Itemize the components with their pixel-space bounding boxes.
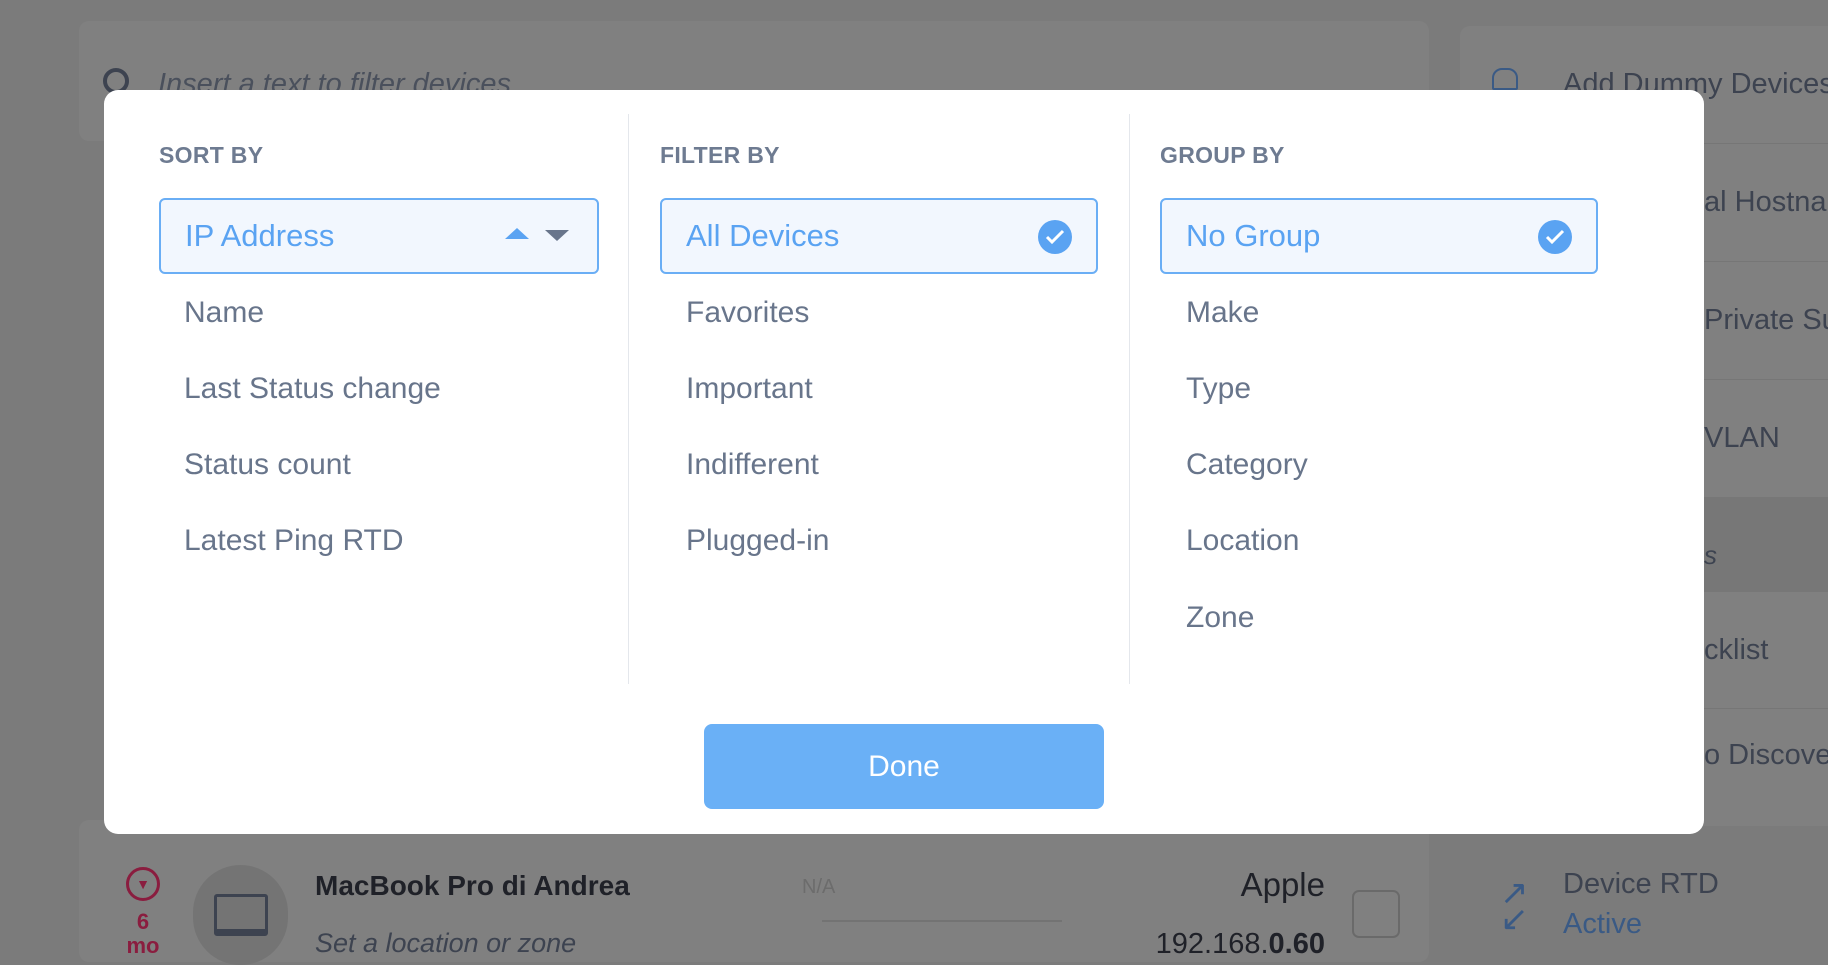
- sort-selected-option[interactable]: IP Address: [159, 198, 599, 274]
- group-option[interactable]: Location: [1186, 524, 1299, 558]
- side-item[interactable]: VLAN: [1704, 422, 1780, 455]
- status-down-icon: ▼: [126, 867, 160, 901]
- group-option[interactable]: Type: [1186, 372, 1251, 406]
- group-by-header: GROUP BY: [1160, 142, 1285, 168]
- sort-option[interactable]: Latest Ping RTD: [184, 524, 404, 558]
- side-item: s: [1704, 540, 1717, 570]
- status-age: 6 mo: [126, 909, 160, 958]
- filter-option[interactable]: Favorites: [686, 296, 809, 330]
- side-item[interactable]: o Discover: [1704, 739, 1828, 772]
- sort-option[interactable]: Status count: [184, 448, 351, 482]
- device-location[interactable]: Set a location or zone: [315, 928, 576, 959]
- done-button[interactable]: Done: [704, 724, 1104, 809]
- filter-selected-option[interactable]: All Devices: [660, 198, 1098, 274]
- device-ip: 192.168.0.60: [1155, 928, 1325, 960]
- sort-ascending-icon[interactable]: [505, 228, 529, 239]
- filter-option[interactable]: Plugged-in: [686, 524, 829, 558]
- device-avatar: [193, 865, 288, 965]
- side-item[interactable]: cklist: [1704, 634, 1768, 667]
- check-icon: [1538, 220, 1572, 254]
- filter-by-header: FILTER BY: [660, 142, 780, 168]
- laptop-icon: [213, 894, 268, 936]
- sort-filter-group-dialog: SORT BY IP Address Name Last Status chan…: [104, 90, 1704, 834]
- check-icon: [1038, 220, 1072, 254]
- rtd-value: N/A: [802, 876, 836, 898]
- side-item[interactable]: Private Sub: [1704, 304, 1828, 337]
- rtd-status[interactable]: Active: [1563, 908, 1642, 941]
- group-option[interactable]: Make: [1186, 296, 1259, 330]
- group-option[interactable]: Zone: [1186, 601, 1254, 635]
- sort-descending-icon[interactable]: [545, 230, 569, 241]
- device-make: Apple: [1240, 866, 1325, 903]
- sort-option[interactable]: Name: [184, 296, 264, 330]
- hand-icon: [1492, 68, 1518, 90]
- filter-option[interactable]: Indifferent: [686, 448, 819, 482]
- rtd-label: Device RTD: [1563, 868, 1719, 900]
- sort-option[interactable]: Last Status change: [184, 372, 441, 406]
- device-name[interactable]: MacBook Pro di Andrea: [315, 870, 630, 902]
- filter-option[interactable]: Important: [686, 372, 813, 406]
- group-option[interactable]: Category: [1186, 448, 1308, 482]
- group-selected-option[interactable]: No Group: [1160, 198, 1598, 274]
- rtd-arrows-icon: ↗ ↙: [1500, 874, 1529, 938]
- side-item[interactable]: al Hostnar: [1704, 186, 1828, 219]
- sort-by-header: SORT BY: [159, 142, 264, 168]
- rtd-chart-line: [822, 920, 1062, 922]
- device-checkbox[interactable]: [1352, 890, 1400, 938]
